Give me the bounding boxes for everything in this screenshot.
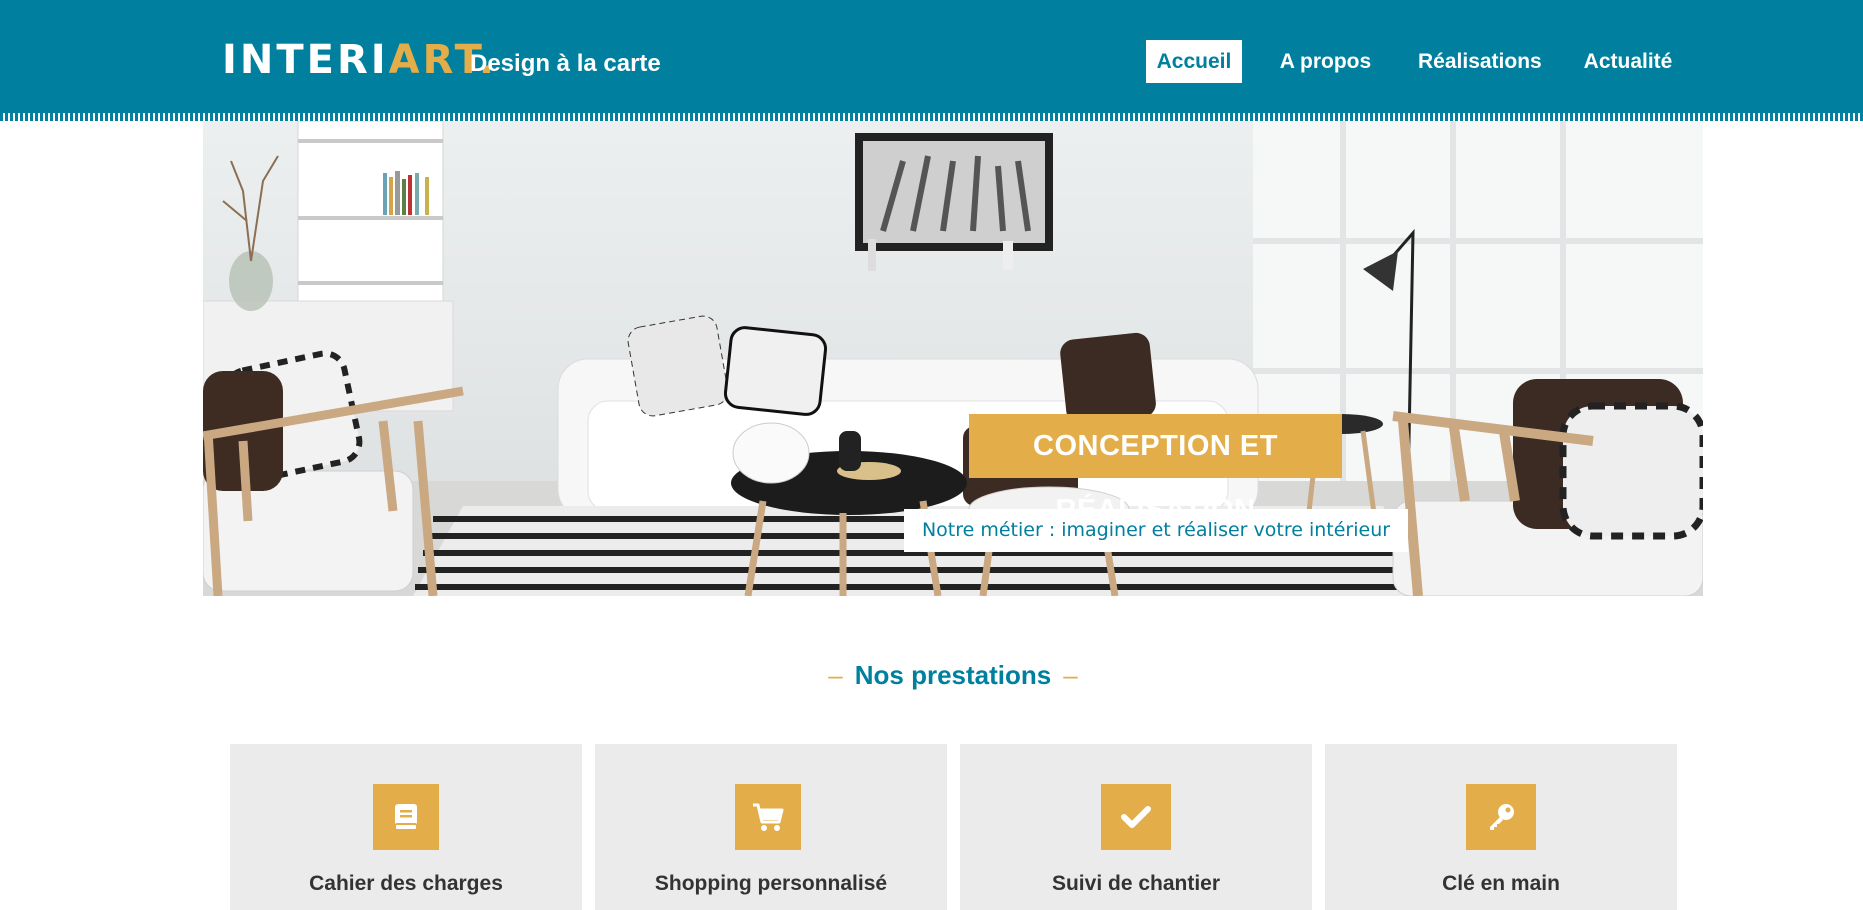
service-card-cahier-des-charges[interactable]: Cahier des charges	[230, 744, 582, 910]
title-dash-left: –	[828, 660, 843, 690]
section-title-text: Nos prestations	[854, 660, 1052, 690]
book-icon	[373, 784, 439, 850]
check-icon	[1101, 784, 1171, 850]
nav-item-realisations[interactable]: Réalisations	[1418, 40, 1542, 83]
nav-item-actualite[interactable]: Actualité	[1580, 40, 1676, 83]
title-dash-right: –	[1063, 660, 1078, 690]
nav-item-accueil[interactable]: Accueil	[1146, 40, 1242, 83]
service-card-shopping-personnalise[interactable]: Shopping personnalisé	[595, 744, 947, 910]
section-title-prestations: – Nos prestations –	[0, 660, 1863, 691]
service-card-cle-en-main[interactable]: Clé en main	[1325, 744, 1677, 910]
site-tagline: Design à la carte	[470, 50, 661, 77]
hero-title: CONCEPTION ET RÉALISATION	[969, 414, 1342, 526]
service-label: Shopping personnalisé	[654, 872, 888, 895]
nav-item-a-propos[interactable]: A propos	[1278, 40, 1373, 83]
service-card-suivi-de-chantier[interactable]: Suivi de chantier	[960, 744, 1312, 910]
key-icon	[1466, 784, 1536, 850]
cart-icon	[735, 784, 801, 850]
logo-text-inter: INTERI	[222, 37, 389, 83]
hero-subtitle: Notre métier : imaginer et réaliser votr…	[904, 509, 1408, 552]
site-header: INTERI ART. Design à la carte Accueil A p…	[0, 0, 1863, 120]
header-fringe-divider	[0, 113, 1863, 121]
service-label: Suivi de chantier	[1051, 872, 1221, 895]
hero-banner: CONCEPTION ET RÉALISATION Notre métier :…	[203, 121, 1703, 596]
service-label: Cahier des charges	[309, 872, 503, 895]
site-logo[interactable]: INTERI ART.	[222, 38, 497, 82]
service-label: Clé en main	[1442, 872, 1560, 895]
